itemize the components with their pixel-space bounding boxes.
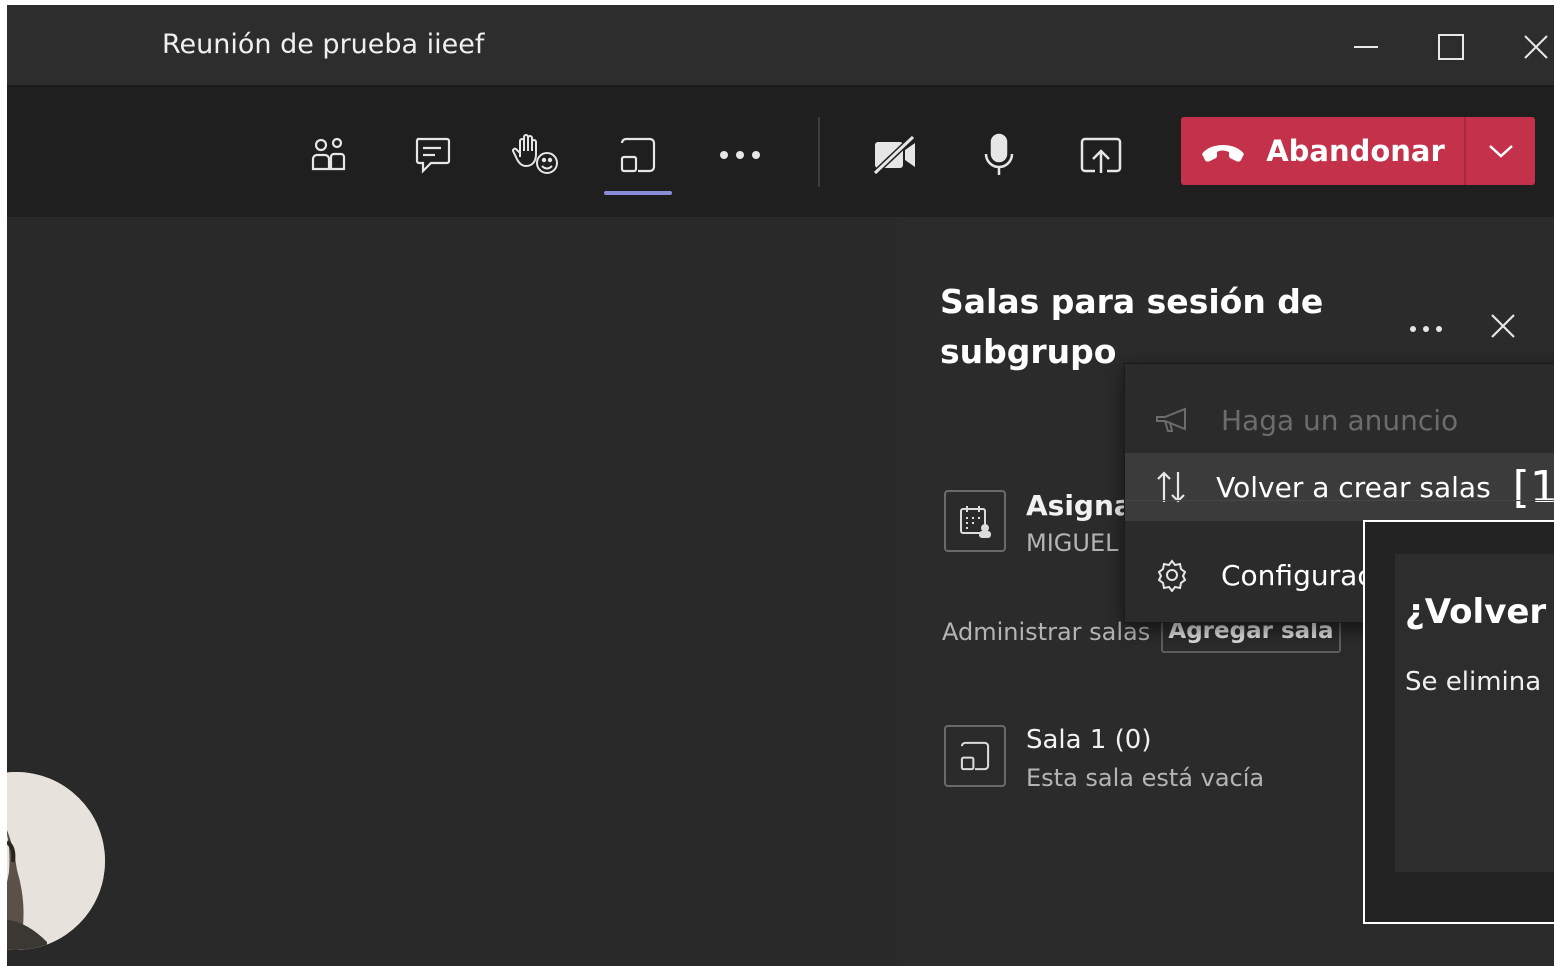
menu-item-label: Volver a crear salas	[1216, 470, 1491, 504]
minimize-icon	[1354, 46, 1378, 48]
more-actions-button[interactable]	[710, 127, 770, 183]
active-tab-indicator	[604, 191, 672, 195]
menu-item-recreate-rooms[interactable]: Volver a crear salas [1]	[1125, 453, 1554, 521]
people-icon	[311, 137, 346, 171]
toolbar-divider	[818, 117, 820, 187]
meeting-toolbar: Abandonar	[7, 87, 1554, 217]
room-icon-box	[944, 725, 1006, 787]
react-button[interactable]	[505, 127, 565, 183]
chevron-down-icon	[1488, 145, 1513, 158]
leave-label: Abandonar	[1266, 134, 1445, 168]
megaphone-icon	[1156, 407, 1186, 432]
manage-rooms-label: Administrar salas	[942, 618, 1151, 646]
close-window-button[interactable]	[1516, 27, 1554, 67]
gear-icon	[1157, 559, 1187, 592]
mic-icon	[984, 133, 1014, 175]
breakout-rooms-button[interactable]	[608, 127, 668, 183]
leave-options-button[interactable]	[1466, 117, 1535, 185]
maximize-button[interactable]	[1431, 27, 1471, 67]
camera-off-icon	[872, 134, 916, 176]
hang-up-icon	[1202, 145, 1245, 162]
assign-icon-box[interactable]	[944, 490, 1006, 552]
leave-button-group: Abandonar	[1181, 117, 1535, 185]
title-bar: Reunión de prueba iieef	[7, 5, 1554, 87]
confirmation-dialog-highlight: ¿Volver Se elimina	[1363, 520, 1554, 924]
menu-item-label: Haga un anuncio	[1221, 403, 1459, 437]
share-icon	[1080, 137, 1122, 173]
video-stage	[7, 217, 897, 966]
dialog-text: Se elimina	[1405, 667, 1542, 697]
microphone-button[interactable]	[969, 127, 1029, 183]
teams-meeting-window: Reunión de prueba iieef Abandonar Salas …	[7, 5, 1554, 966]
room-status: Esta sala está vacía	[1026, 764, 1265, 792]
close-icon	[1491, 314, 1515, 338]
assign-user: MIGUEL	[1026, 529, 1119, 557]
panel-close-button[interactable]	[1482, 305, 1524, 347]
window-title: Reunión de prueba iieef	[162, 29, 485, 60]
panel-more-options-button[interactable]	[1402, 305, 1450, 353]
panel-title: Salas para sesión de subgrupo	[940, 282, 1324, 371]
annotation-tag: [1]	[1512, 461, 1554, 513]
chat-icon	[415, 137, 451, 174]
arrows-up-down-icon	[1157, 471, 1185, 503]
leave-button[interactable]: Abandonar	[1181, 117, 1464, 185]
dialog-title: ¿Volver	[1405, 592, 1547, 632]
breakout-rooms-icon	[620, 137, 656, 173]
room-name[interactable]: Sala 1 (0)	[1026, 725, 1152, 755]
camera-toggle-button[interactable]	[866, 127, 926, 183]
menu-item-label: Configurac	[1221, 558, 1373, 592]
close-icon	[1524, 35, 1548, 59]
menu-item-announcement[interactable]: Haga un anuncio	[1125, 386, 1554, 454]
react-icon	[512, 134, 558, 174]
minimize-button[interactable]	[1346, 27, 1386, 67]
more-icon	[1410, 326, 1442, 332]
more-icon	[720, 151, 760, 159]
chat-button[interactable]	[403, 127, 463, 183]
participants-button[interactable]	[299, 127, 359, 183]
maximize-icon	[1438, 34, 1464, 60]
share-screen-button[interactable]	[1071, 127, 1131, 183]
menu-divider	[1125, 500, 1554, 501]
breakout-rooms-icon	[960, 741, 990, 771]
calendar-people-icon	[960, 506, 991, 538]
